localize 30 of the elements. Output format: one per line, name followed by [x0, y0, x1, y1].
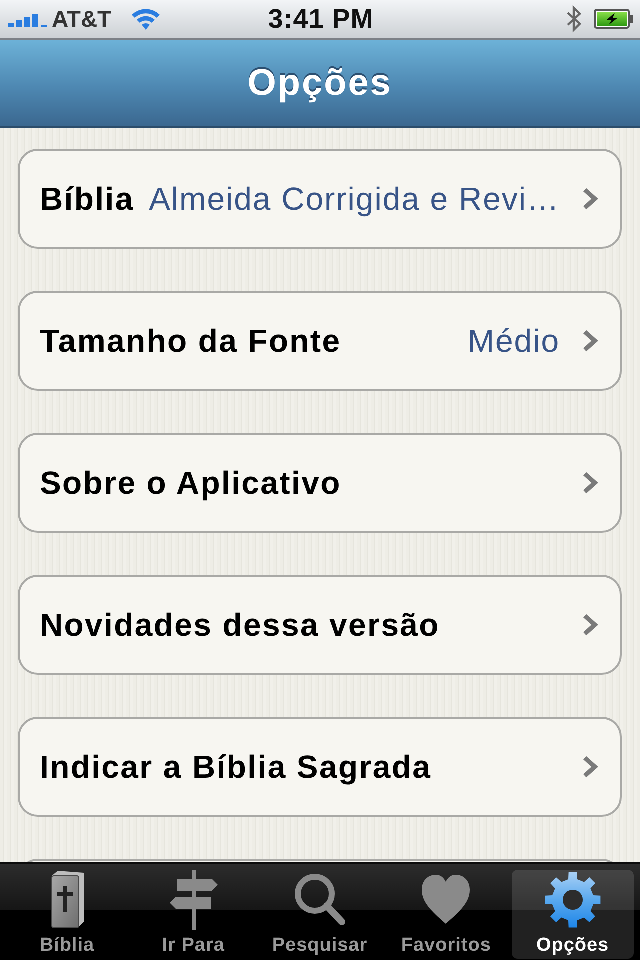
tab-button[interactable]: Favoritos — [385, 870, 508, 959]
battery-charging-icon — [594, 9, 634, 29]
settings-icon — [544, 870, 602, 930]
clock-time: 3:41 PM — [268, 4, 374, 34]
chevron-icon — [582, 188, 598, 210]
chevron-icon — [582, 756, 598, 778]
screen-title: Opções — [248, 62, 392, 104]
signal-icon — [8, 11, 48, 27]
tab-button[interactable]: Opções — [512, 870, 634, 959]
tab-button[interactable]: Pesquisar — [258, 870, 382, 959]
settings-row[interactable]: Novidades dessa versão — [18, 575, 622, 675]
row-label: Indicar a Bíblia Sagrada — [40, 748, 432, 786]
settings-row[interactable]: Sobre o Aplicativo — [18, 433, 622, 533]
bluetooth-icon — [566, 5, 582, 33]
row-label: Sobre o Aplicativo — [40, 464, 342, 502]
row-label: Bíblia — [40, 180, 134, 218]
row-value: Almeida Corrigida e Revi… — [148, 180, 560, 218]
row-value: Médio — [466, 322, 560, 360]
tab-button[interactable]: Bíblia — [6, 870, 128, 959]
tab-button[interactable]: Ir Para — [132, 870, 255, 959]
chevron-icon — [582, 614, 598, 636]
row-label: Novidades dessa versão — [40, 606, 440, 644]
settings-row[interactable]: Bíblia Almeida Corrigida e Revi… — [18, 149, 622, 249]
chevron-icon — [582, 472, 598, 494]
settings-row[interactable]: Tamanho da Fonte Médio — [18, 291, 622, 391]
wifi-icon — [130, 7, 162, 31]
carrier-name: AT&T — [52, 6, 112, 32]
chevron-icon — [582, 330, 598, 352]
settings-row[interactable]: Indicar a Bíblia Sagrada — [18, 717, 622, 817]
row-label: Tamanho da Fonte — [40, 322, 342, 360]
